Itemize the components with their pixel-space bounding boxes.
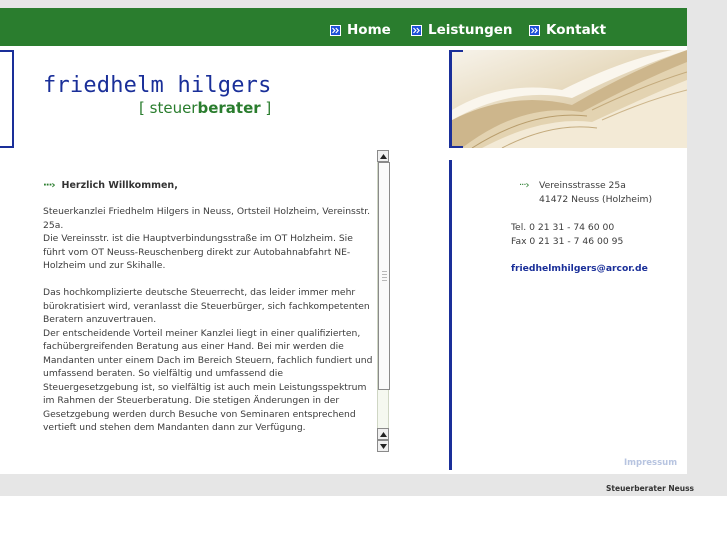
welcome-heading: ···› Herzlich Willkommen, <box>43 180 178 191</box>
nav-label-leistungen: Leistungen <box>428 22 513 38</box>
vertical-divider <box>449 160 452 470</box>
double-arrow-icon <box>529 24 540 36</box>
nav-label-kontakt: Kontakt <box>546 22 607 38</box>
contact-fax: Fax 0 21 31 - 7 46 00 95 <box>511 236 624 247</box>
text-scrollbar[interactable] <box>377 150 390 454</box>
logo-bracket-close: ] <box>265 99 272 117</box>
triangle-up-icon <box>379 153 387 159</box>
contact-tel: Tel. 0 21 31 - 74 60 00 <box>511 222 615 233</box>
scroll-up-button-lower[interactable] <box>377 428 389 440</box>
contact-email-link[interactable]: friedhelmhilgers@arcor.de <box>511 263 648 274</box>
welcome-text: Herzlich Willkommen, <box>61 180 178 191</box>
triangle-up-icon <box>379 431 387 437</box>
contact-street: Vereinsstrasse 25a <box>539 180 626 191</box>
footer-note: Steuerberater Neuss <box>606 484 695 493</box>
dotted-arrow-icon: ···› <box>519 180 530 191</box>
logo-bracket-open: [ <box>139 99 145 117</box>
intro-paragraph: Steuerkanzlei Friedhelm Hilgers in Neuss… <box>43 206 371 271</box>
header-book-image <box>452 50 687 148</box>
double-arrow-icon <box>411 24 422 36</box>
scroll-down-button[interactable] <box>377 440 389 452</box>
intro-text-scroll-area[interactable]: Steuerkanzlei Friedhelm Hilgers in Neuss… <box>43 205 376 441</box>
top-navigation: Home Leistungen Kontakt <box>0 8 687 46</box>
scroll-thumb[interactable] <box>378 162 390 390</box>
double-arrow-icon <box>330 24 341 36</box>
contact-city: 41472 Neuss (Holzheim) <box>539 194 653 205</box>
scroll-up-button[interactable] <box>377 150 389 162</box>
scroll-track[interactable] <box>377 162 390 428</box>
nav-item-home[interactable]: Home <box>330 22 391 38</box>
triangle-down-icon <box>379 443 387 449</box>
logo-sub-light: steuer <box>149 99 198 117</box>
header-bracket-left <box>0 50 14 148</box>
nav-item-kontakt[interactable]: Kontakt <box>529 22 606 38</box>
nav-item-leistungen[interactable]: Leistungen <box>411 22 513 38</box>
logo-sub-strong: berater <box>197 99 261 117</box>
logo-subtitle: [ steuerberater ] <box>139 99 271 117</box>
scroll-grip-icon <box>382 271 387 281</box>
header-bracket-right <box>449 50 463 148</box>
dotted-arrow-icon: ···› <box>43 180 55 191</box>
impressum-link[interactable]: Impressum <box>624 458 677 468</box>
nav-label-home: Home <box>347 22 391 38</box>
logo-name: friedhelm hilgers <box>43 73 272 98</box>
intro-paragraph: Das hochkomplizierte deutsche Steuerrech… <box>43 287 373 433</box>
